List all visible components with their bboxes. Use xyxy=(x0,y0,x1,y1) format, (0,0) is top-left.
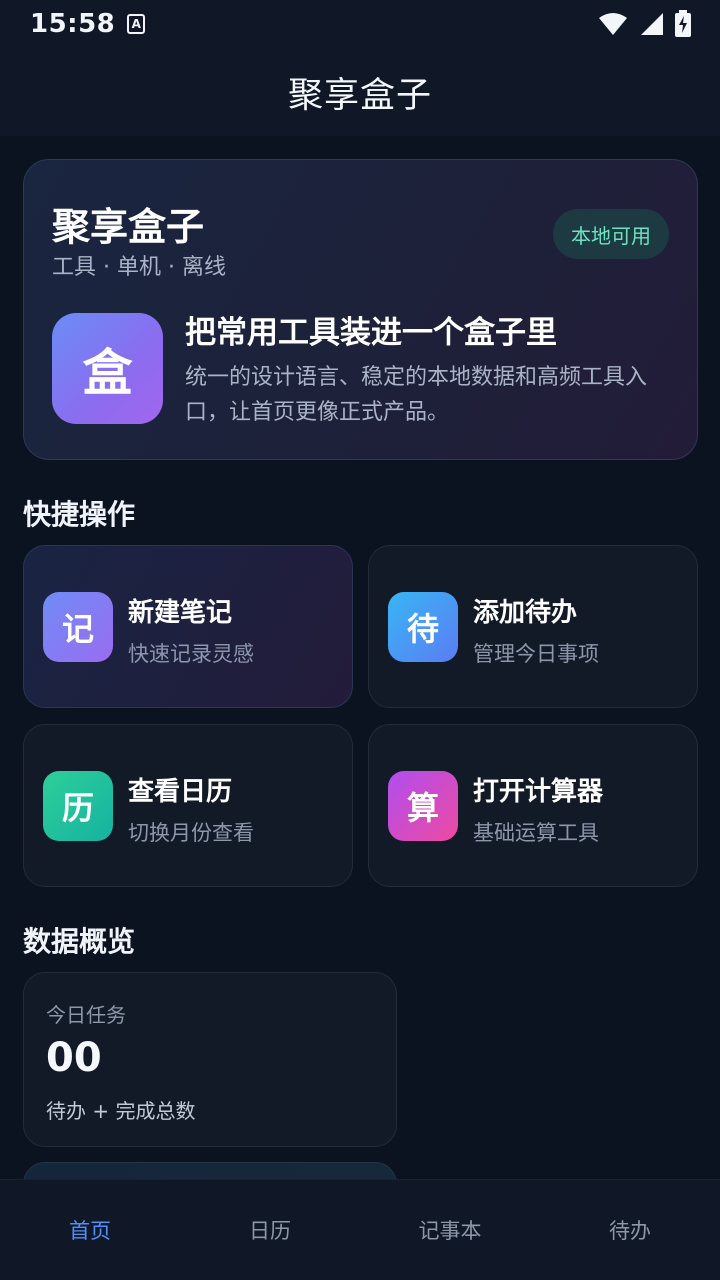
view-calendar-title: 查看日历 xyxy=(128,777,233,807)
wifi-icon xyxy=(599,13,627,35)
status-left: 15:58 A xyxy=(30,9,146,39)
calculator-icon: 算 xyxy=(388,771,458,841)
bottom-nav: 首页 日历 记事本 待办 xyxy=(0,1179,720,1280)
open-calculator-title: 打开计算器 xyxy=(473,777,604,807)
overview-heading: 数据概览 xyxy=(23,925,136,958)
add-todo-subtitle: 管理今日事项 xyxy=(473,642,599,666)
view-calendar-subtitle: 切换月份查看 xyxy=(128,821,254,845)
nav-notebook[interactable]: 记事本 xyxy=(360,1180,540,1280)
hero-subtitle: 工具 · 单机 · 离线 xyxy=(52,255,226,280)
status-time: 15:58 xyxy=(30,9,116,39)
new-note-subtitle: 快速记录灵感 xyxy=(128,642,254,666)
new-note-button[interactable]: 记 新建笔记 快速记录灵感 xyxy=(23,545,353,708)
calendar-icon: 历 xyxy=(43,771,113,841)
today-tasks-label: 今日任务 xyxy=(46,1003,126,1027)
add-todo-title: 添加待办 xyxy=(473,598,578,628)
notification-a-icon: A xyxy=(127,14,146,34)
app-title: 聚享盒子 xyxy=(287,75,432,116)
box-logo-icon: 盒 xyxy=(52,313,163,424)
nav-calendar[interactable]: 日历 xyxy=(180,1180,360,1280)
today-tasks-description: 待办 + 完成总数 xyxy=(46,1099,196,1123)
note-icon: 记 xyxy=(43,592,113,662)
todo-icon: 待 xyxy=(388,592,458,662)
today-tasks-card: 今日任务 00 待办 + 完成总数 xyxy=(23,972,397,1147)
local-available-badge: 本地可用 xyxy=(553,209,669,259)
today-tasks-value: 00 xyxy=(46,1035,102,1081)
app-title-bar: 聚享盒子 xyxy=(0,48,720,136)
add-todo-button[interactable]: 待 添加待办 管理今日事项 xyxy=(368,545,698,708)
open-calculator-button[interactable]: 算 打开计算器 基础运算工具 xyxy=(368,724,698,887)
battery-charging-icon xyxy=(675,10,691,37)
nav-home[interactable]: 首页 xyxy=(0,1180,180,1280)
open-calculator-subtitle: 基础运算工具 xyxy=(473,821,599,845)
hero-headline: 把常用工具装进一个盒子里 xyxy=(185,315,557,351)
hero-card: 聚享盒子 工具 · 单机 · 离线 本地可用 盒 把常用工具装进一个盒子里 统一… xyxy=(23,159,698,460)
hero-title: 聚享盒子 xyxy=(52,205,205,249)
status-right xyxy=(598,10,692,38)
new-note-title: 新建笔记 xyxy=(128,598,233,628)
view-calendar-button[interactable]: 历 查看日历 切换月份查看 xyxy=(23,724,353,887)
status-bar: 15:58 A xyxy=(0,0,720,48)
signal-icon xyxy=(641,13,663,35)
quick-actions-heading: 快捷操作 xyxy=(23,498,136,531)
nav-todo[interactable]: 待办 xyxy=(540,1180,720,1280)
hero-description: 统一的设计语言、稳定的本地数据和高频工具入口，让首页更像正式产品。 xyxy=(185,365,648,425)
